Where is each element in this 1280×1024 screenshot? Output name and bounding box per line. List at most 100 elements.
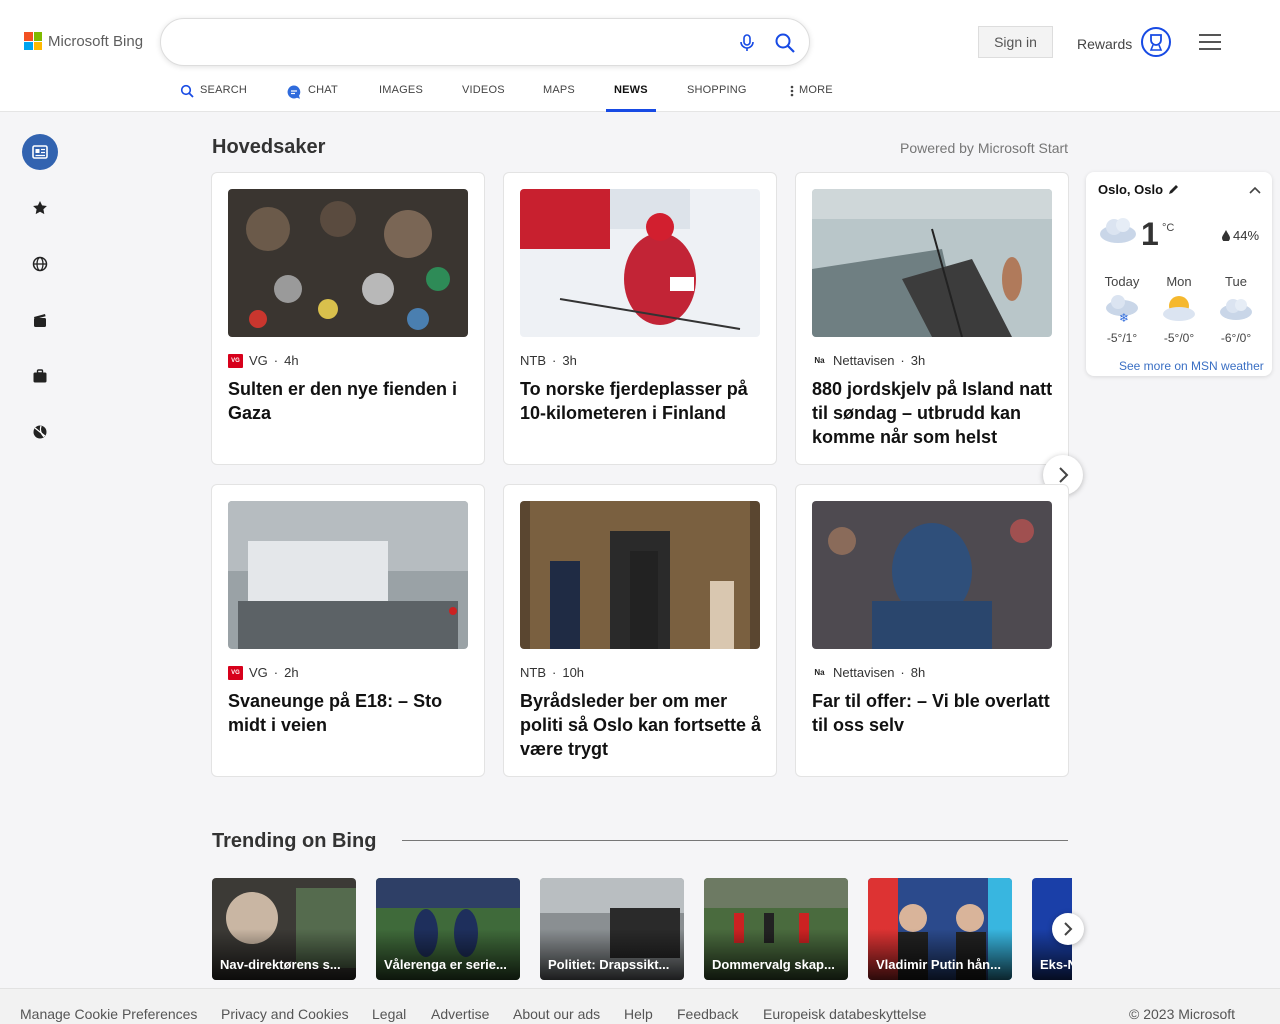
footer-link[interactable]: Help (624, 1006, 653, 1022)
news-card[interactable]: NTB · 3h To norske fjerdeplasser på 10-kil… (503, 172, 777, 465)
footer-link[interactable]: Europeisk databeskyttelse (763, 1006, 926, 1022)
news-card[interactable]: NTB · 10h Byrådsleder ber om mer politi så… (503, 484, 777, 777)
news-icon (32, 145, 48, 159)
weather-widget: Oslo, Oslo 1 °C 44% Today ❄ -5°/1° Mon -… (1086, 172, 1272, 376)
source-name: Nettavisen (833, 665, 895, 680)
rewards-link[interactable]: Rewards (1077, 36, 1132, 52)
cloud-icon (1100, 218, 1136, 243)
article-age: 3h (562, 353, 577, 368)
source-name: NTB (520, 353, 546, 368)
news-card[interactable]: Na Nettavisen · 8h Far til offer: – Vi ble … (795, 484, 1069, 777)
article-age: 3h (910, 353, 926, 368)
forecast-day[interactable]: Tue -6°/0° (1208, 274, 1264, 345)
chevron-right-icon (1059, 467, 1069, 483)
trending-card[interactable]: Politiet: Drapssikt... (540, 878, 684, 980)
article-image (228, 501, 468, 649)
briefcase-icon (33, 369, 47, 383)
article-age: 8h (910, 665, 926, 680)
cloud-icon (1220, 299, 1252, 320)
rail-world[interactable] (22, 246, 58, 282)
svg-text:❄: ❄ (1119, 311, 1129, 324)
article-title[interactable]: Far til offer: – Vi ble overlatt til oss… (812, 689, 1056, 737)
trending-card[interactable]: Vladimir Putin hån... (868, 878, 1012, 980)
tab-more[interactable]: MORE (788, 84, 833, 112)
footer-link[interactable]: Advertise (431, 1006, 489, 1022)
clapperboard-icon (34, 314, 46, 327)
more-dots-icon (790, 85, 794, 97)
article-title[interactable]: Sulten er den nye fienden i Gaza (228, 377, 472, 425)
article-title[interactable]: 880 jordskjelv på Island natt til søndag… (812, 377, 1056, 449)
trending-card[interactable]: Nav-direktørens s... (212, 878, 356, 980)
rail-sports[interactable] (22, 414, 58, 450)
tab-label: SEARCH (200, 84, 248, 96)
star-icon (33, 201, 47, 215)
tab-shopping[interactable]: SHOPPING (687, 84, 747, 112)
article-source: NTB · 10h (520, 665, 585, 680)
copyright: © 2023 Microsoft (1129, 1006, 1236, 1022)
powered-by[interactable]: Powered by Microsoft Start (900, 140, 1068, 156)
edit-pencil-icon[interactable] (1167, 184, 1179, 196)
news-card[interactable]: VG VG · 4h Sulten er den nye fienden i Gaza (211, 172, 485, 465)
source-name: NTB (520, 665, 546, 680)
news-card[interactable]: VG VG · 2h Svaneunge på E18: – Sto midt i v… (211, 484, 485, 777)
tab-maps[interactable]: MAPS (543, 84, 575, 112)
temperature-unit[interactable]: °C (1162, 222, 1174, 234)
menu-icon[interactable] (1199, 34, 1221, 50)
trending-card[interactable]: Dommervalg skap... (704, 878, 848, 980)
footer-link[interactable]: About our ads (513, 1006, 600, 1022)
tab-label: CHAT (308, 84, 338, 96)
droplet-icon (1222, 230, 1230, 241)
footer-link[interactable]: Manage Cookie Preferences (20, 1006, 197, 1022)
article-source: NTB · 3h (520, 353, 577, 368)
trending-label: Eks-N (1040, 957, 1072, 972)
tab-news[interactable]: NEWS (606, 84, 656, 112)
article-image (812, 501, 1052, 649)
source-name: VG (249, 353, 268, 368)
weather-location[interactable]: Oslo, Oslo (1098, 182, 1179, 197)
rail-favorites[interactable] (22, 190, 58, 226)
bing-logo[interactable]: Microsoft Bing (24, 32, 143, 50)
trending-label: Nav-direktørens s... (220, 957, 341, 972)
article-title[interactable]: To norske fjerdeplasser på 10-kilometere… (520, 377, 764, 425)
rail-business[interactable] (22, 358, 58, 394)
article-image (520, 189, 760, 337)
nettavisen-logo-icon: Na (814, 668, 825, 677)
tab-label: MAPS (543, 84, 575, 96)
tab-chat[interactable]: CHAT (286, 84, 338, 112)
forecast-day[interactable]: Mon -5°/0° (1151, 274, 1207, 345)
humidity-value: 44% (1233, 228, 1260, 243)
rail-news[interactable] (22, 134, 58, 170)
forecast-day-label: Mon (1166, 274, 1192, 289)
article-title[interactable]: Svaneunge på E18: – Sto midt i veien (228, 689, 472, 737)
trending-label: Politiet: Drapssikt... (548, 957, 670, 972)
chevron-up-icon[interactable] (1248, 184, 1262, 196)
tab-search[interactable]: SEARCH (180, 84, 247, 112)
footer-link[interactable]: Feedback (677, 1006, 738, 1022)
trending-label: Vladimir Putin hån... (876, 957, 1001, 972)
search-input[interactable] (181, 31, 721, 55)
tab-images[interactable]: IMAGES (379, 84, 423, 112)
sign-in-button[interactable]: Sign in (978, 26, 1053, 58)
footer-link[interactable]: Legal (372, 1006, 406, 1022)
article-source: Na Nettavisen · 8h (812, 665, 925, 680)
article-source: VG VG · 2h (228, 665, 299, 680)
article-title[interactable]: Byrådsleder ber om mer politi så Oslo ka… (520, 689, 764, 761)
rewards-medal-icon[interactable] (1140, 26, 1172, 58)
snow-cloud-icon: ❄ (1106, 295, 1138, 325)
news-card[interactable]: Na Nettavisen · 3h 880 jordskjelv på Island… (795, 172, 1069, 465)
msn-weather-link[interactable]: See more on MSN weather (1119, 359, 1264, 373)
forecast-range: -5°/0° (1163, 331, 1195, 345)
trending-next-button[interactable] (1052, 913, 1084, 945)
location-name: Oslo, Oslo (1098, 182, 1164, 197)
trending-card[interactable]: Vålerenga er serie... (376, 878, 520, 980)
tab-videos[interactable]: VIDEOS (462, 84, 505, 112)
article-age: 10h (562, 665, 585, 680)
partly-sunny-icon (1163, 296, 1195, 321)
footer-link[interactable]: Privacy and Cookies (221, 1006, 349, 1022)
footer: Manage Cookie Preferences Privacy and Co… (0, 988, 1280, 1024)
search-icon[interactable] (773, 31, 797, 55)
rail-entertainment[interactable] (22, 302, 58, 338)
forecast-day[interactable]: Today ❄ -5°/1° (1094, 274, 1150, 345)
trending-strip: Nav-direktørens s... Vålerenga er serie.… (212, 878, 1072, 982)
microphone-icon[interactable] (737, 33, 757, 53)
